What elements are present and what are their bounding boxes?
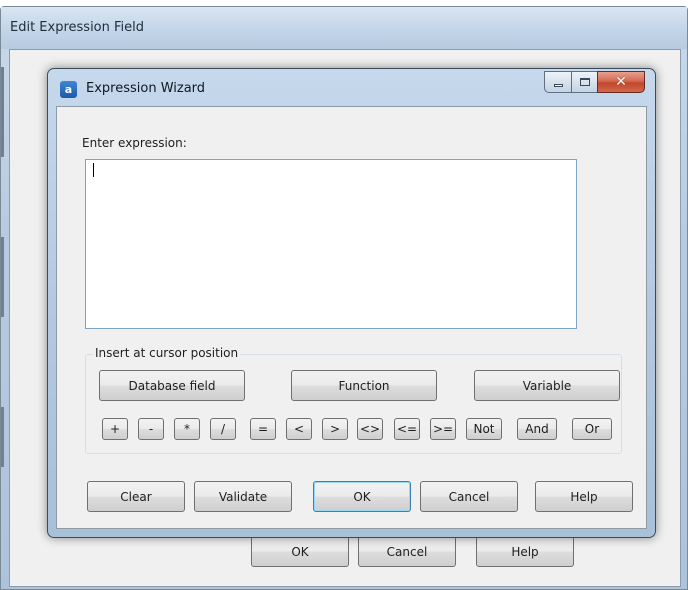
- close-button[interactable]: ✕: [597, 71, 645, 93]
- clear-button[interactable]: Clear: [87, 481, 185, 512]
- function-button[interactable]: Function: [291, 370, 437, 401]
- wizard-client-area: Enter expression: Insert at cursor posit…: [56, 106, 647, 529]
- operator-divide-button[interactable]: /: [210, 418, 236, 440]
- operator-minus-button[interactable]: -: [138, 418, 164, 440]
- outer-left-edge: [1, 237, 4, 317]
- outer-help-button[interactable]: Help: [476, 536, 574, 567]
- ok-button[interactable]: OK: [313, 481, 411, 512]
- outer-titlebar[interactable]: Edit Expression Field: [1, 7, 687, 49]
- app-icon: a: [60, 81, 77, 98]
- close-icon: ✕: [615, 74, 627, 90]
- wizard-title: Expression Wizard: [86, 81, 206, 96]
- outer-left-edge: [1, 407, 4, 467]
- insert-at-cursor-label: Insert at cursor position: [93, 346, 241, 360]
- operator-less-equal-button[interactable]: <=: [394, 418, 420, 440]
- operator-greater-equal-button[interactable]: >=: [430, 418, 456, 440]
- operator-or-button[interactable]: Or: [572, 418, 612, 440]
- maximize-icon: [579, 78, 590, 86]
- variable-button[interactable]: Variable: [474, 370, 620, 401]
- validate-button[interactable]: Validate: [194, 481, 292, 512]
- outer-left-edge: [1, 67, 4, 157]
- database-field-button[interactable]: Database field: [99, 370, 245, 401]
- enter-expression-label: Enter expression:: [82, 136, 187, 150]
- maximize-button[interactable]: [571, 71, 597, 93]
- outer-ok-button[interactable]: OK: [251, 536, 349, 567]
- operator-and-button[interactable]: And: [517, 418, 557, 440]
- minimize-button[interactable]: [544, 71, 571, 93]
- cancel-button[interactable]: Cancel: [420, 481, 518, 512]
- help-button[interactable]: Help: [535, 481, 633, 512]
- operator-plus-button[interactable]: +: [102, 418, 128, 440]
- operator-not-equal-button[interactable]: <>: [357, 418, 383, 440]
- expression-wizard-window: a Expression Wizard ✕ Enter expression: …: [47, 68, 656, 538]
- operator-equals-button[interactable]: =: [250, 418, 276, 440]
- outer-cancel-button[interactable]: Cancel: [358, 536, 456, 567]
- operator-greater-than-button[interactable]: >: [322, 418, 348, 440]
- expression-input[interactable]: [85, 159, 577, 329]
- outer-dialog-title: Edit Expression Field: [10, 20, 145, 35]
- window-caption-buttons: ✕: [544, 71, 645, 97]
- operator-less-than-button[interactable]: <: [286, 418, 312, 440]
- operator-not-button[interactable]: Not: [466, 418, 502, 440]
- operator-multiply-button[interactable]: *: [174, 418, 200, 440]
- minimize-icon: [553, 83, 563, 87]
- text-cursor: [93, 163, 94, 177]
